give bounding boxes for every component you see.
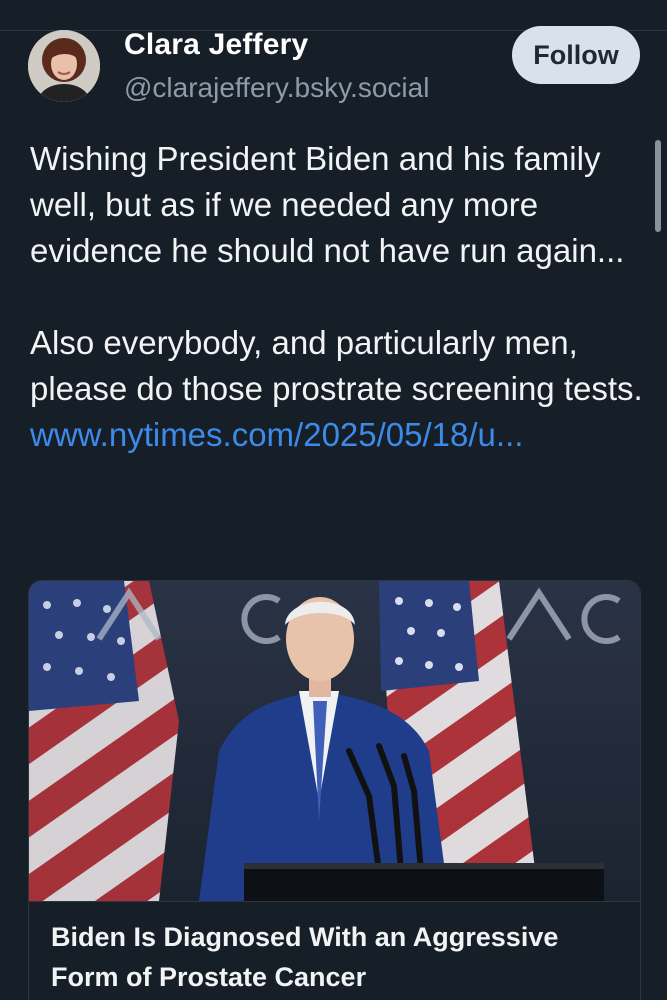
link-card-title[interactable]: Biden Is Diagnosed With an Aggressive Fo… bbox=[51, 917, 621, 997]
link-card[interactable]: Biden Is Diagnosed With an Aggressive Fo… bbox=[28, 580, 641, 1000]
follow-button[interactable]: Follow bbox=[512, 26, 640, 84]
avatar-photo-icon bbox=[28, 30, 100, 102]
post-paragraph-2-text: Also everybody, and particularly men, pl… bbox=[30, 324, 643, 407]
post-paragraph-2: Also everybody, and particularly men, pl… bbox=[30, 320, 645, 458]
author-avatar[interactable] bbox=[28, 30, 100, 102]
post-paragraph-1: Wishing President Biden and his family w… bbox=[30, 140, 625, 269]
post-text: Wishing President Biden and his family w… bbox=[30, 136, 645, 458]
article-link[interactable]: www.nytimes.com/2025/05/18/u... bbox=[30, 416, 523, 453]
author-display-name[interactable]: Clara Jeffery bbox=[124, 28, 308, 62]
scrollbar[interactable] bbox=[655, 140, 661, 232]
article-thumbnail bbox=[29, 581, 640, 901]
author-handle[interactable]: @clarajeffery.bsky.social bbox=[124, 72, 429, 104]
card-divider bbox=[29, 901, 640, 902]
